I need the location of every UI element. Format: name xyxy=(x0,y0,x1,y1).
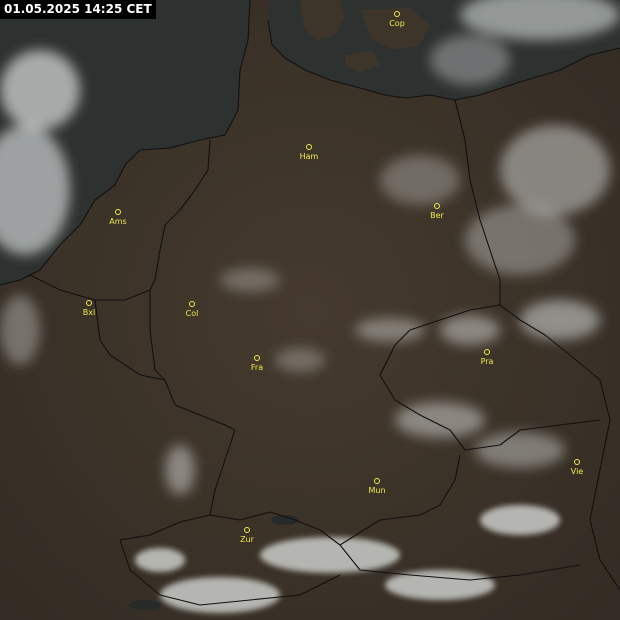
city-label: Mun xyxy=(368,486,386,495)
city-label: Cop xyxy=(389,19,405,28)
city-label: Fra xyxy=(250,363,264,372)
city-label: Ham xyxy=(299,152,319,161)
city-label: Col xyxy=(185,309,199,318)
satellite-map: 01.05.2025 14:25 CET Cop Ham Ber Ams Bxl… xyxy=(0,0,620,620)
city-label: Zur xyxy=(240,535,254,544)
city-label: Vie xyxy=(570,467,584,476)
city-label: Pra xyxy=(480,357,494,366)
lake-geneva xyxy=(129,600,161,610)
city-marker-icon xyxy=(374,478,380,484)
city-label: Bxl xyxy=(82,308,96,317)
city-marker-icon xyxy=(306,144,312,150)
city-marker-icon xyxy=(244,527,250,533)
city-label: Ams xyxy=(109,217,127,226)
city-marker-icon xyxy=(394,11,400,17)
city-label: Ber xyxy=(430,211,444,220)
city-marker-icon xyxy=(434,203,440,209)
city-marker-icon xyxy=(86,300,92,306)
city-marker-icon xyxy=(574,459,580,465)
city-marker-icon xyxy=(189,301,195,307)
timestamp-label: 01.05.2025 14:25 CET xyxy=(0,0,156,19)
city-marker-icon xyxy=(115,209,121,215)
city-marker-icon xyxy=(254,355,260,361)
city-marker-icon xyxy=(484,349,490,355)
